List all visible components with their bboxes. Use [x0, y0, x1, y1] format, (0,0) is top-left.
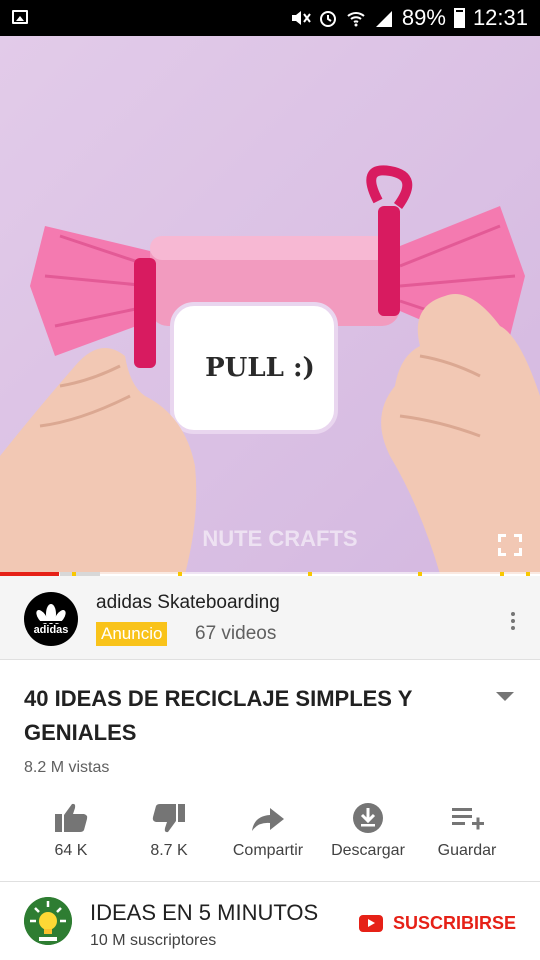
wifi-icon	[346, 8, 366, 28]
status-bar-right: 89% 12:31	[290, 0, 528, 36]
video-overlay-text: PULL :)	[205, 353, 315, 383]
advertiser-video-count: 67 videos	[195, 623, 277, 644]
gallery-notification-icon	[12, 10, 28, 24]
signal-icon	[374, 8, 394, 28]
video-title: 40 IDEAS DE RECICLAJE SIMPLES Y GENIALES	[24, 686, 412, 745]
advertiser-logo[interactable]: adidas	[24, 592, 78, 646]
status-bar: 89% 12:31	[0, 0, 540, 36]
video-watermark: NUTE CRAFTS	[202, 526, 357, 551]
lightbulb-icon	[24, 897, 72, 945]
download-label: Descargar	[331, 842, 405, 859]
fullscreen-icon[interactable]	[498, 534, 522, 556]
download-button[interactable]: Descargar	[313, 792, 423, 882]
channel-name[interactable]: IDEAS EN 5 MINUTOS	[90, 900, 318, 926]
youtube-icon	[358, 914, 383, 932]
more-options-icon[interactable]	[510, 612, 516, 632]
share-label: Compartir	[232, 842, 304, 859]
ad-badge: Anuncio	[96, 622, 168, 646]
subscriber-count: 10 M suscriptores	[90, 932, 217, 949]
save-label: Guardar	[437, 842, 497, 859]
action-bar: 64 K 8.7 K Compartir Descargar Guardar	[0, 792, 540, 882]
like-button[interactable]: 64 K	[16, 792, 126, 882]
dislike-count: 8.7 K	[150, 842, 188, 859]
channel-row[interactable]: IDEAS EN 5 MINUTOS 10 M suscriptores SUS…	[0, 883, 540, 960]
dislike-button[interactable]: 8.7 K	[114, 792, 224, 882]
subscribe-button[interactable]: SUSCRIBIRSE	[358, 911, 516, 935]
channel-avatar[interactable]	[24, 897, 72, 945]
share-icon	[252, 808, 284, 831]
subscribe-label: SUSCRIBIRSE	[392, 912, 516, 933]
battery-icon	[453, 8, 465, 28]
video-frame: PULL :) NUTE CRAFTS	[0, 36, 540, 574]
download-icon	[353, 803, 383, 833]
share-button[interactable]: Compartir	[213, 792, 323, 882]
advertiser-name[interactable]: adidas Skateboarding	[96, 592, 280, 614]
clock: 12:31	[472, 5, 528, 30]
adidas-trefoil-icon	[34, 604, 68, 624]
thumbs-down-icon	[152, 804, 185, 833]
video-player[interactable]: PULL :) NUTE CRAFTS	[0, 36, 540, 574]
save-button[interactable]: Guardar	[412, 792, 522, 882]
like-count: 64 K	[54, 842, 88, 859]
add-to-playlist-icon	[452, 808, 484, 830]
battery-percent: 89%	[401, 5, 446, 30]
alarm-icon	[318, 8, 338, 28]
view-count: 8.2 M vistas	[24, 759, 110, 776]
ad-info-row[interactable]: adidas adidas Skateboarding Anuncio 67 v…	[0, 576, 540, 660]
mute-icon	[290, 8, 311, 28]
advertiser-logo-text: adidas	[33, 624, 69, 636]
thumbs-up-icon	[55, 803, 88, 832]
expand-description-icon[interactable]	[496, 692, 514, 701]
